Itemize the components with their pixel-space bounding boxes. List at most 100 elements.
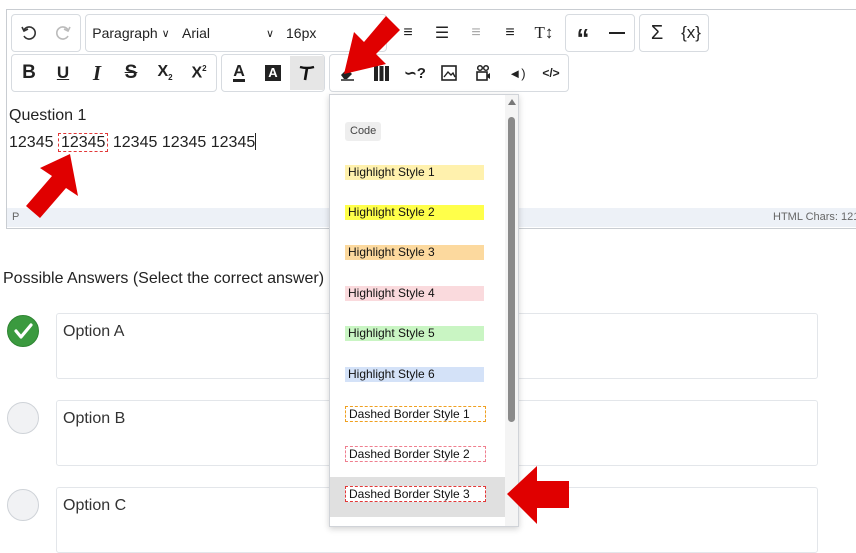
text-segment: 12345 12345 12345 bbox=[108, 134, 256, 151]
dropdown-option[interactable]: Highlight Style 2 bbox=[330, 195, 505, 235]
audio-button[interactable]: ◄) bbox=[500, 56, 534, 90]
variable-button[interactable]: {x} bbox=[674, 16, 708, 50]
numbered-list-icon: ≡ bbox=[403, 24, 413, 41]
text-direction-icon: T↕ bbox=[534, 23, 554, 42]
annotation-arrow-icon bbox=[507, 466, 569, 524]
font-size-value: 16px bbox=[286, 25, 317, 41]
text-segment: 12345 bbox=[9, 134, 58, 151]
insert-group-1: “ bbox=[565, 14, 635, 52]
underline-button[interactable]: U bbox=[46, 56, 80, 90]
option-label: Option A bbox=[63, 323, 125, 340]
dropdown-option-label: Dashed Border Style 3 bbox=[345, 486, 486, 502]
scroll-up-arrow-icon bbox=[508, 99, 516, 105]
dropdown-option-label: Dashed Border Style 2 bbox=[345, 446, 486, 462]
dropdown-option[interactable]: Highlight Style 4 bbox=[330, 276, 505, 316]
text-cursor bbox=[255, 133, 257, 150]
dropdown-option[interactable]: Dashed Border Style 3 bbox=[330, 477, 505, 517]
italic-icon: I bbox=[92, 60, 102, 85]
toolbar-row-2: B U I S X2 X2 A A ∽? ◄) </> bbox=[11, 54, 569, 92]
strikethrough-button[interactable]: S bbox=[114, 56, 148, 90]
annotation-arrow-icon bbox=[26, 154, 78, 218]
dropdown-option-label: Highlight Style 3 bbox=[345, 245, 484, 260]
dropdown-option[interactable]: Dashed Border Style 2 bbox=[330, 437, 505, 477]
dropdown-option-label: Dashed Border Style 1 bbox=[345, 406, 486, 422]
text-direction-button[interactable]: T↕ bbox=[527, 16, 561, 50]
superscript-icon: X2 bbox=[191, 63, 207, 82]
sigma-icon: Σ bbox=[650, 21, 664, 44]
horizontal-rule-button[interactable] bbox=[600, 16, 634, 50]
image-icon bbox=[441, 65, 457, 81]
element-path: P bbox=[12, 211, 20, 223]
history-group bbox=[11, 14, 81, 52]
block-format-value: Paragraph bbox=[92, 25, 158, 41]
dropdown-option-label: Highlight Style 4 bbox=[345, 286, 484, 301]
dropdown-option[interactable]: Highlight Style 3 bbox=[330, 235, 505, 275]
undo-button[interactable] bbox=[12, 16, 46, 50]
list-group: ≡ ☰ ≡ ≡ T↕ bbox=[391, 15, 561, 51]
dropdown-option[interactable]: Dashed Border Style 1 bbox=[330, 397, 505, 437]
unlink-icon: ∽? bbox=[404, 65, 426, 82]
dropdown-option-label: Highlight Style 6 bbox=[345, 367, 484, 382]
html-char-count: HTML Chars: 121 bbox=[773, 211, 856, 223]
dropdown-option[interactable]: Code bbox=[330, 115, 505, 155]
variable-icon: {x} bbox=[681, 23, 701, 42]
background-color-button[interactable]: A bbox=[256, 56, 290, 90]
audio-icon: ◄) bbox=[508, 65, 526, 81]
bold-icon: B bbox=[22, 62, 36, 83]
undo-icon bbox=[21, 26, 36, 40]
background-color-icon: A bbox=[265, 65, 281, 81]
unlink-button[interactable]: ∽? bbox=[398, 56, 432, 90]
font-color-icon: A bbox=[233, 63, 245, 82]
chevron-down-icon: ∨ bbox=[265, 27, 274, 40]
indent-icon: ≡ bbox=[505, 24, 515, 41]
font-family-value: Arial bbox=[182, 25, 211, 41]
annotation-arrow-icon bbox=[344, 16, 400, 74]
outdent-button[interactable]: ≡ bbox=[459, 16, 493, 50]
style-dropdown-menu: Code Highlight Style 1 Highlight Style 2 Hi… bbox=[329, 94, 519, 527]
answer-radio[interactable] bbox=[7, 489, 39, 521]
question-title: Question 1 bbox=[9, 107, 87, 124]
redo-icon bbox=[56, 26, 71, 40]
source-code-button[interactable]: </> bbox=[534, 56, 568, 90]
math-button[interactable]: Σ bbox=[640, 16, 674, 50]
dropdown-option[interactable]: Highlight Style 6 bbox=[330, 357, 505, 397]
outdent-icon: ≡ bbox=[471, 24, 481, 41]
dropdown-option[interactable]: Highlight Style 5 bbox=[330, 316, 505, 356]
bulleted-list-button[interactable]: ☰ bbox=[425, 16, 459, 50]
font-family-select[interactable]: Arial ∨ bbox=[176, 16, 280, 50]
subscript-icon: X2 bbox=[157, 63, 173, 83]
color-group: A A bbox=[221, 54, 325, 92]
correct-answer-radio[interactable] bbox=[7, 315, 39, 347]
indent-button[interactable]: ≡ bbox=[493, 16, 527, 50]
superscript-button[interactable]: X2 bbox=[182, 56, 216, 90]
bulleted-list-icon: ☰ bbox=[434, 25, 450, 42]
italic-button[interactable]: I bbox=[80, 56, 114, 90]
blockquote-icon: “ bbox=[576, 23, 590, 53]
dropdown-scrollbar-thumb[interactable] bbox=[508, 117, 515, 422]
bold-button[interactable]: B bbox=[12, 56, 46, 90]
block-format-select[interactable]: Paragraph ∨ bbox=[86, 16, 176, 50]
video-button[interactable] bbox=[466, 56, 500, 90]
answer-radio[interactable] bbox=[7, 402, 39, 434]
option-label: Option C bbox=[63, 497, 127, 514]
style-group: B U I S X2 X2 bbox=[11, 54, 217, 92]
horizontal-rule-icon bbox=[609, 32, 625, 34]
dropdown-option-label: Code bbox=[345, 122, 382, 141]
text-style-icon bbox=[299, 65, 315, 81]
math-group: Σ {x} bbox=[639, 14, 709, 52]
chevron-down-icon: ∨ bbox=[161, 27, 170, 40]
checkmark-icon bbox=[14, 323, 33, 339]
question-text: 12345 12345 12345 12345 12345 bbox=[9, 133, 257, 152]
font-color-button[interactable]: A bbox=[222, 56, 256, 90]
blockquote-button[interactable]: “ bbox=[566, 16, 600, 53]
redo-button[interactable] bbox=[46, 16, 80, 50]
dropdown-option-label: Highlight Style 1 bbox=[345, 165, 484, 180]
dropdown-option[interactable]: Highlight Style 1 bbox=[330, 155, 505, 195]
dropdown-scrollbar[interactable] bbox=[505, 95, 518, 526]
subscript-button[interactable]: X2 bbox=[148, 56, 182, 90]
image-button[interactable] bbox=[432, 56, 466, 90]
option-label: Option B bbox=[63, 410, 126, 427]
strikethrough-icon: S bbox=[124, 62, 138, 83]
video-icon bbox=[476, 64, 490, 81]
inline-style-button[interactable] bbox=[290, 56, 324, 90]
